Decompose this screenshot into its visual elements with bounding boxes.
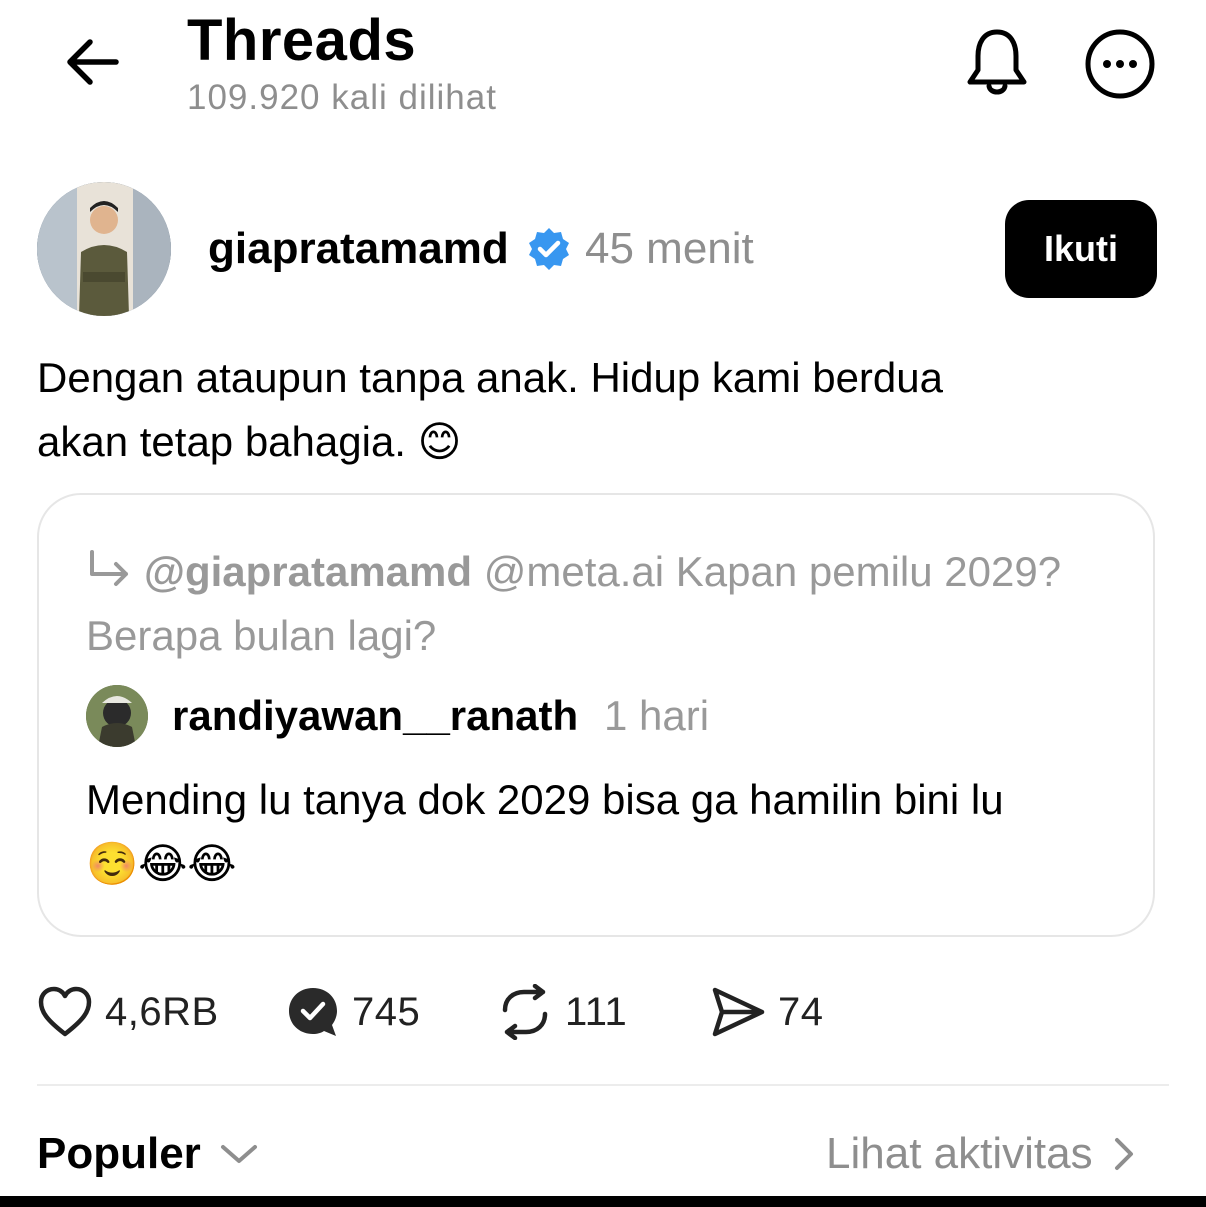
notification-button[interactable] [960,24,1034,100]
view-activity-link[interactable]: Lihat aktivitas [826,1126,1139,1182]
chevron-down-icon [220,1145,257,1163]
reply-mention[interactable]: @giapratamamd [144,548,472,595]
quoted-text-line: Mending lu tanya dok 2029 bisa ga hamili… [86,776,1004,823]
sort-label: Populer [37,1129,201,1178]
reply-context: @giapratamamd @meta.ai Kapan pemilu 2029… [86,540,1126,668]
reply-arrow-icon [90,550,128,586]
quoted-avatar-photo [86,685,148,747]
comment-count: 745 [352,989,421,1034]
post-text-line-2-text: akan tetap bahagia. [37,418,406,465]
repost-button[interactable]: 111 [497,982,627,1042]
arrow-left-icon [67,39,119,85]
send-icon [712,987,765,1037]
repost-count: 111 [565,989,628,1034]
more-icon [1085,29,1155,99]
divider [37,1084,1169,1086]
quoted-timestamp: 1 hari [604,692,710,739]
follow-button[interactable]: Ikuti [1005,200,1157,298]
quoted-post-text: Mending lu tanya dok 2029 bisa ga hamili… [86,768,1146,896]
smiling-face-emoji: 😊 [417,417,462,466]
page-title: Threads [187,8,417,73]
heart-icon [38,986,92,1037]
quoted-username[interactable]: randiyawan__ranath [172,690,578,742]
bottom-edge-bar [0,1196,1206,1207]
repost-icon [502,984,548,1040]
post-text: Dengan ataupun tanpa anak. Hidup kami be… [37,346,1167,474]
like-button[interactable]: 4,6RB [37,982,219,1042]
view-count: 109.920 kali dilihat [187,78,497,117]
verified-badge-icon [526,226,572,272]
chevron-right-icon [1114,1138,1133,1170]
author-avatar[interactable] [37,182,171,316]
share-button[interactable]: 74 [710,982,824,1042]
quoted-author-avatar[interactable] [86,685,148,747]
author-username[interactable]: giapratamamd [208,222,509,276]
bell-icon [967,29,1027,95]
post-timestamp: 45 menit [585,224,754,273]
share-count: 74 [778,989,824,1034]
back-button[interactable] [58,30,128,94]
quoted-emojis: ☺️😂😂 [86,839,237,888]
activity-label: Lihat aktivitas [826,1129,1093,1178]
sort-dropdown[interactable]: Populer [37,1126,261,1182]
comment-check-icon [289,988,337,1036]
post-text-line-2: akan tetap bahagia. 😊 [37,410,1167,474]
avatar-photo [37,182,171,316]
comment-button[interactable]: 745 [286,982,420,1042]
post-text-line-1: Dengan ataupun tanpa anak. Hidup kami be… [37,354,943,401]
more-options-button[interactable] [1082,26,1158,102]
like-count: 4,6RB [105,989,219,1034]
